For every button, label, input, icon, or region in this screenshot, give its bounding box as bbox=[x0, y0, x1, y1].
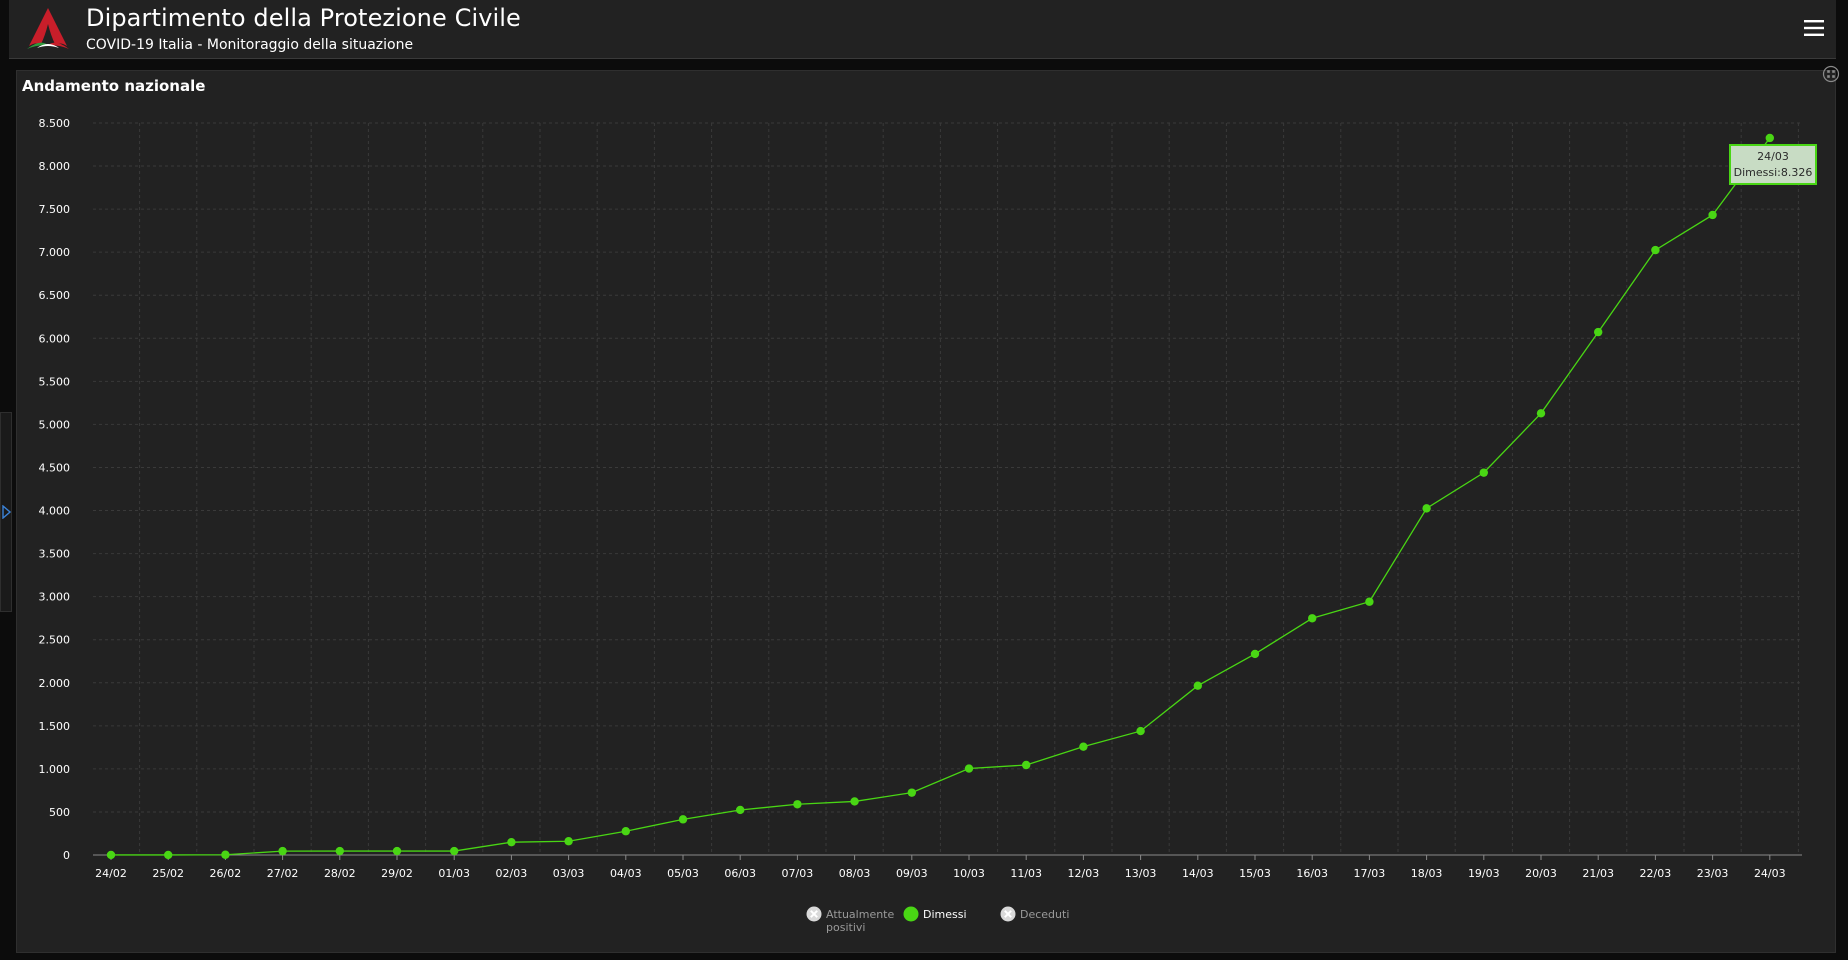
series-dot-icon bbox=[903, 906, 919, 922]
x-tick-label: 23/03 bbox=[1697, 867, 1729, 880]
y-tick-label: 2.500 bbox=[39, 634, 71, 647]
x-tick-label: 26/02 bbox=[210, 867, 242, 880]
x-tick-label: 02/03 bbox=[496, 867, 528, 880]
legend-label: Dimessi bbox=[923, 908, 967, 921]
data-point bbox=[450, 846, 459, 856]
tooltip-value: Dimessi:8.326 bbox=[1733, 166, 1813, 179]
data-point bbox=[106, 850, 116, 860]
x-tick-label: 03/03 bbox=[553, 867, 585, 880]
y-tick-label: 8.000 bbox=[39, 160, 71, 173]
x-tick-label: 18/03 bbox=[1411, 867, 1443, 880]
disabled-series-icon bbox=[806, 906, 822, 922]
data-point bbox=[1193, 681, 1203, 690]
data-point bbox=[564, 837, 573, 846]
legend-item-attualmente-positivi[interactable]: Attualmente positivi bbox=[806, 906, 896, 938]
data-point bbox=[164, 850, 173, 860]
x-tick-label: 16/03 bbox=[1296, 867, 1328, 880]
y-tick-label: 5.500 bbox=[39, 375, 71, 388]
x-tick-label: 07/03 bbox=[782, 867, 814, 880]
x-tick-label: 13/03 bbox=[1125, 867, 1157, 880]
y-tick-label: 4.500 bbox=[39, 461, 71, 474]
x-tick-label: 01/03 bbox=[438, 867, 470, 880]
x-tick-label: 29/02 bbox=[381, 867, 413, 880]
legend-label-line2: positivi bbox=[826, 921, 866, 934]
data-point bbox=[964, 764, 974, 773]
data-point bbox=[392, 846, 402, 856]
data-point bbox=[678, 815, 688, 824]
x-tick-label: 09/03 bbox=[896, 867, 928, 880]
y-tick-label: 8.500 bbox=[39, 117, 71, 130]
data-point bbox=[1021, 760, 1031, 770]
data-point bbox=[850, 797, 859, 806]
x-tick-label: 28/02 bbox=[324, 867, 356, 880]
y-tick-label: 6.500 bbox=[39, 289, 71, 302]
y-tick-label: 7.500 bbox=[39, 203, 71, 216]
y-tick-label: 500 bbox=[49, 806, 70, 819]
x-tick-label: 20/03 bbox=[1525, 867, 1557, 880]
data-point bbox=[736, 805, 745, 815]
y-tick-label: 4.000 bbox=[39, 505, 71, 518]
data-point bbox=[907, 788, 916, 797]
x-tick-label: 10/03 bbox=[953, 867, 985, 880]
data-point bbox=[1708, 210, 1717, 220]
x-tick-label: 12/03 bbox=[1068, 867, 1100, 880]
data-point bbox=[221, 850, 230, 859]
data-point bbox=[507, 837, 516, 847]
y-tick-label: 3.000 bbox=[39, 591, 71, 604]
x-tick-label: 17/03 bbox=[1354, 867, 1386, 880]
data-point bbox=[1136, 726, 1145, 736]
y-tick-label: 7.000 bbox=[39, 246, 71, 259]
legend-item-dimessi[interactable]: Dimessi bbox=[903, 906, 973, 938]
data-point bbox=[1594, 327, 1603, 337]
y-tick-label: 6.000 bbox=[39, 332, 71, 345]
x-tick-label: 06/03 bbox=[724, 867, 756, 880]
data-point bbox=[793, 800, 802, 809]
x-tick-label: 08/03 bbox=[839, 867, 871, 880]
legend-item-deceduti[interactable]: Deceduti bbox=[1000, 906, 1080, 938]
data-point bbox=[1308, 614, 1317, 623]
data-point bbox=[1365, 597, 1374, 606]
data-point bbox=[1765, 133, 1775, 143]
data-tooltip: 24/03 Dimessi:8.326 bbox=[1729, 144, 1817, 185]
data-point bbox=[1651, 245, 1660, 255]
data-point bbox=[1250, 649, 1260, 659]
y-tick-label: 0 bbox=[63, 849, 70, 862]
axis-layer: 0 500 1.000 1.500 2.000 2.500 3.000 3.500 4.000 4… bbox=[39, 117, 1802, 880]
line-chart: 0 500 1.000 1.500 2.000 2.500 3.000 3.500 4.000 4… bbox=[39, 117, 1802, 880]
y-tick-label: 5.000 bbox=[39, 418, 71, 431]
x-tick-label: 19/03 bbox=[1468, 867, 1500, 880]
x-tick-label: 05/03 bbox=[667, 867, 699, 880]
x-tick-label: 24/03 bbox=[1754, 867, 1786, 880]
y-tick-label: 2.000 bbox=[39, 677, 71, 690]
data-point bbox=[335, 846, 344, 856]
x-tick-label: 25/02 bbox=[152, 867, 184, 880]
data-point bbox=[1422, 504, 1431, 513]
tooltip-date: 24/03 bbox=[1757, 150, 1789, 163]
x-tick-label: 27/02 bbox=[267, 867, 299, 880]
disabled-series-icon bbox=[1000, 906, 1016, 922]
x-tick-label: 22/03 bbox=[1640, 867, 1672, 880]
y-tick-label: 1.000 bbox=[39, 763, 71, 776]
x-tick-label: 21/03 bbox=[1582, 867, 1614, 880]
data-point bbox=[1479, 468, 1489, 477]
x-tick-label: 15/03 bbox=[1239, 867, 1271, 880]
legend-label: Deceduti bbox=[1020, 908, 1070, 921]
x-tick-label: 04/03 bbox=[610, 867, 642, 880]
data-point bbox=[278, 846, 287, 856]
data-point bbox=[621, 827, 630, 836]
y-tick-label: 3.500 bbox=[39, 548, 71, 561]
x-tick-label: 14/03 bbox=[1182, 867, 1214, 880]
x-tick-label: 11/03 bbox=[1010, 867, 1042, 880]
y-tick-label: 1.500 bbox=[39, 720, 71, 733]
data-point bbox=[1079, 742, 1088, 751]
x-tick-label: 24/02 bbox=[95, 867, 127, 880]
data-point bbox=[1536, 409, 1546, 418]
legend-label: Attualmente bbox=[826, 908, 895, 921]
grid-layer bbox=[93, 122, 1802, 855]
